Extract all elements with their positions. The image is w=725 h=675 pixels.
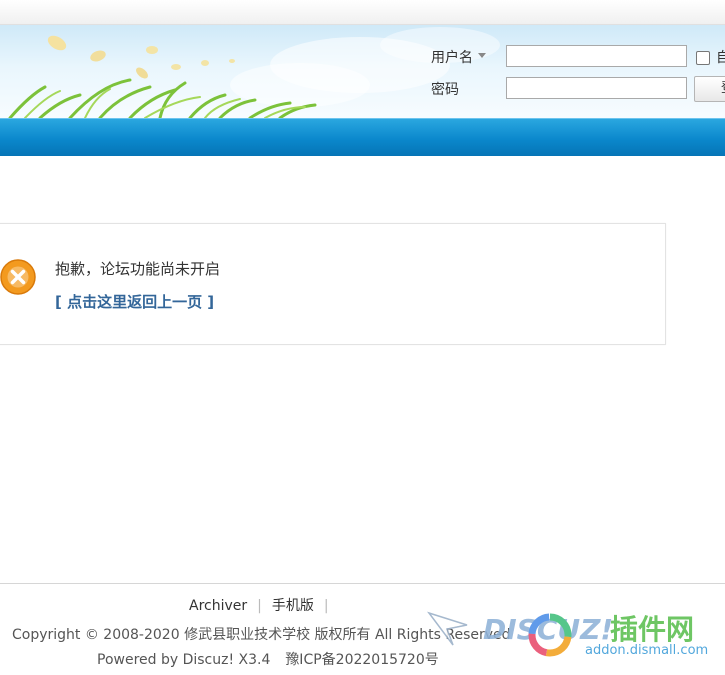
watermark-site: addon.dismall.com [585, 643, 708, 658]
top-bar [0, 0, 725, 25]
mobile-link[interactable]: 手机版 [272, 598, 314, 614]
page: 用户名 自 密码 登录 抱歉，论坛功能尚未开启 [ 点击这里返回上一页 ] Ar… [0, 0, 725, 675]
footer-divider [0, 583, 725, 584]
username-label: 用户名 [431, 50, 473, 66]
auto-login-label: 自 [716, 50, 725, 66]
error-message: 抱歉，论坛功能尚未开启 [55, 260, 221, 278]
auto-login-checkbox[interactable] [696, 51, 710, 65]
login-button[interactable]: 登录 [694, 76, 725, 102]
message-box [0, 223, 666, 345]
header-banner: 用户名 自 密码 登录 [0, 25, 725, 118]
password-input[interactable] [506, 77, 687, 99]
footer-separator: | [323, 598, 329, 614]
chevron-down-icon[interactable] [478, 53, 486, 58]
powered-by: Powered by Discuz! X3.4 豫ICP备2022015720号 [97, 649, 439, 669]
username-input[interactable] [506, 45, 687, 67]
password-label: 密码 [431, 82, 459, 98]
footer-links: Archiver | 手机版 | [189, 595, 339, 615]
footer-separator: | [257, 598, 262, 614]
error-icon [0, 259, 36, 295]
watermark-logo: DISCUZ! 插件网 addon.dismall.com [426, 611, 708, 658]
archiver-link[interactable]: Archiver [189, 598, 247, 614]
powered-by-link[interactable]: Powered by Discuz! X3.4 [97, 652, 270, 668]
back-link[interactable]: [ 点击这里返回上一页 ] [55, 291, 214, 312]
icp-link[interactable]: 豫ICP备2022015720号 [285, 652, 438, 668]
nav-bar [0, 118, 725, 156]
header-decoration [8, 27, 500, 118]
watermark-cn: 插件网 [610, 613, 694, 646]
